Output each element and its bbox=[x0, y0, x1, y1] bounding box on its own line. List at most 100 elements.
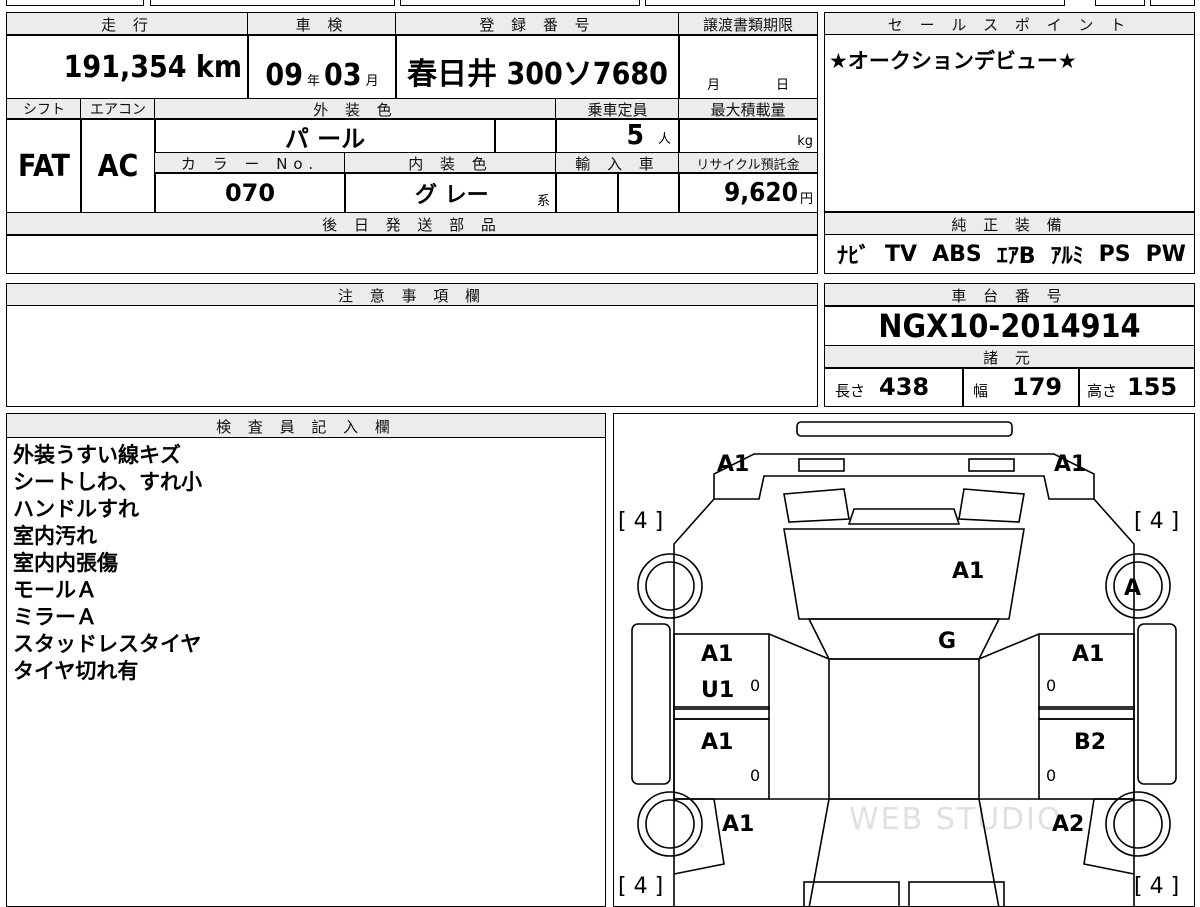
aircon-value: AC bbox=[97, 148, 139, 184]
top-strip-cell bbox=[1095, 0, 1145, 6]
transfer-month-unit: 月 bbox=[706, 78, 720, 93]
top-strip-cell bbox=[1150, 0, 1195, 6]
interior-color-suffix: 系 bbox=[536, 194, 550, 209]
mileage-value: 191,354 km bbox=[63, 49, 242, 85]
equipment-item-pw: PW bbox=[1145, 241, 1186, 267]
exterior-color-extra bbox=[494, 118, 557, 154]
recycle-value: 9,620 bbox=[723, 178, 798, 208]
aircon-cell: AC bbox=[80, 118, 156, 214]
shift-cell: FAT bbox=[6, 118, 82, 214]
specs-width-value: 179 bbox=[1012, 373, 1063, 401]
equipment-item-alloy: ｱﾙﾐ bbox=[1050, 244, 1084, 269]
top-strip-cell bbox=[645, 0, 1065, 6]
tire-rear-right-label: [ 4 ] bbox=[1134, 874, 1180, 899]
inspector-note: 室内汚れ bbox=[13, 524, 97, 548]
damage-right-front-wheel: A bbox=[1124, 576, 1142, 601]
capacity-value: 5 bbox=[626, 118, 644, 151]
registration-cell: 春日井 300ソ7680 bbox=[395, 34, 680, 100]
import-cell-a bbox=[555, 172, 619, 214]
specs-height-value: 155 bbox=[1127, 373, 1178, 401]
aircon-header: エアコン bbox=[80, 98, 156, 120]
mileage-cell: 191,354 km bbox=[6, 34, 249, 100]
later-parts-header: 後 日 発 送 部 品 bbox=[6, 212, 818, 236]
exterior-color-cell: パ ール bbox=[154, 118, 496, 154]
top-strip-cell bbox=[150, 0, 395, 6]
transfer-deadline-cell: 月 日 bbox=[678, 34, 818, 100]
interior-color-value: グ レー bbox=[415, 183, 489, 208]
inspector-note: シートしわ、すれ小 bbox=[13, 470, 202, 494]
tire-front-right-label: [ 4 ] bbox=[1134, 509, 1180, 534]
specs-header: 諸 元 bbox=[824, 345, 1195, 369]
damage-left-rear: A1 bbox=[722, 812, 755, 837]
import-header: 輸 入 車 bbox=[555, 152, 680, 174]
capacity-cell: 5 人 bbox=[555, 118, 680, 154]
capacity-header: 乗車定員 bbox=[555, 98, 680, 120]
watermark: WEB STUDIO bbox=[849, 802, 1063, 837]
inspection-month-unit: 月 bbox=[365, 74, 379, 89]
interior-color-cell: グ レー 系 bbox=[344, 172, 557, 214]
damage-right-front-door: A1 bbox=[1072, 642, 1105, 667]
specs-height-label: 高さ bbox=[1087, 381, 1118, 400]
caution-box bbox=[6, 305, 818, 407]
color-no-value: 070 bbox=[224, 179, 276, 207]
specs-length-label: 長さ bbox=[835, 381, 866, 400]
zero-mark: 0 bbox=[1046, 676, 1057, 695]
damage-right-rear-door: B2 bbox=[1074, 730, 1107, 755]
interior-color-header: 内 装 色 bbox=[344, 152, 557, 174]
equipment-item-nav: ﾅﾋﾞ bbox=[837, 244, 871, 269]
inspector-note: タイヤ切れ有 bbox=[13, 659, 139, 683]
equipment-item-tv: TV bbox=[885, 241, 918, 267]
inspector-note: 室内内張傷 bbox=[13, 551, 118, 575]
zero-mark: 0 bbox=[750, 766, 761, 785]
tire-rear-left-label: [ 4 ] bbox=[618, 874, 664, 899]
max-load-unit: kg bbox=[797, 134, 813, 149]
exterior-color-header: 外 装 色 bbox=[154, 98, 557, 120]
inspector-note: モールＡ bbox=[13, 578, 97, 602]
inspector-note: スタッドレスタイヤ bbox=[13, 632, 202, 656]
shift-value: FAT bbox=[18, 148, 70, 184]
chassis-value: NGX10-2014914 bbox=[878, 307, 1141, 345]
damage-front-left: A1 bbox=[717, 452, 750, 477]
specs-length-cell: 長さ 438 bbox=[824, 367, 964, 407]
color-no-cell: 070 bbox=[154, 172, 346, 214]
sales-point-box: ★オークションデビュー★ bbox=[824, 34, 1195, 212]
later-parts-cell bbox=[6, 234, 818, 274]
mileage-header: 走 行 bbox=[6, 12, 249, 36]
recycle-unit: 円 bbox=[799, 191, 813, 207]
caution-header: 注 意 事 項 欄 bbox=[6, 283, 818, 307]
inspection-cell: 09 年 03 月 bbox=[247, 34, 397, 100]
transfer-day-unit: 日 bbox=[775, 78, 789, 93]
specs-width-label: 幅 bbox=[973, 381, 989, 400]
specs-length-value: 438 bbox=[879, 373, 930, 401]
sales-point-header: セ ー ル ス ポ イ ン ト bbox=[824, 12, 1195, 36]
damage-hood: A1 bbox=[952, 559, 985, 584]
recycle-header: リサイクル預託金 bbox=[678, 152, 818, 174]
specs-height-cell: 高さ 155 bbox=[1078, 367, 1195, 407]
color-no-header: カ ラ ー No. bbox=[154, 152, 346, 174]
registration-value: 春日井 300ソ7680 bbox=[407, 57, 668, 92]
info-grid: 走 行 車 検 登 録 番 号 譲渡書類期限 191,354 km 09 年 0… bbox=[6, 12, 818, 274]
damage-front-right: A1 bbox=[1054, 452, 1087, 477]
shift-header: シフト bbox=[6, 98, 82, 120]
top-strip-cell bbox=[6, 0, 144, 6]
zero-mark: 0 bbox=[750, 676, 761, 695]
zero-mark: 0 bbox=[1046, 766, 1057, 785]
damage-left-front-door: A1 bbox=[701, 642, 734, 667]
sales-point-text: ★オークションデビュー★ bbox=[829, 49, 1077, 73]
max-load-header: 最大積載量 bbox=[678, 98, 818, 120]
car-damage-diagram: [ 4 ] [ 4 ] [ 4 ] [ 4 ] A1 A1 A1 G A A1 … bbox=[613, 413, 1195, 907]
recycle-cell: 9,620 円 bbox=[678, 172, 818, 214]
import-cell-b bbox=[617, 172, 680, 214]
chassis-header: 車 台 番 号 bbox=[824, 283, 1195, 307]
damage-left-rear-door: A1 bbox=[701, 730, 734, 755]
equipment-box: ﾅﾋﾞ TV ABS ｴｱB ｱﾙﾐ PS PW bbox=[824, 234, 1195, 274]
inspector-note: 外装うすい線キズ bbox=[13, 443, 181, 467]
top-strip-cell bbox=[400, 0, 640, 6]
inspector-note: ハンドルすれ bbox=[13, 497, 139, 521]
inspector-header: 検 査 員 記 入 欄 bbox=[6, 413, 606, 439]
max-load-cell: kg bbox=[678, 118, 818, 154]
specs-width-cell: 幅 179 bbox=[962, 367, 1080, 407]
equipment-item-ps: PS bbox=[1098, 241, 1131, 267]
tire-front-left-label: [ 4 ] bbox=[618, 509, 664, 534]
equipment-item-airbag: ｴｱB bbox=[996, 244, 1036, 269]
